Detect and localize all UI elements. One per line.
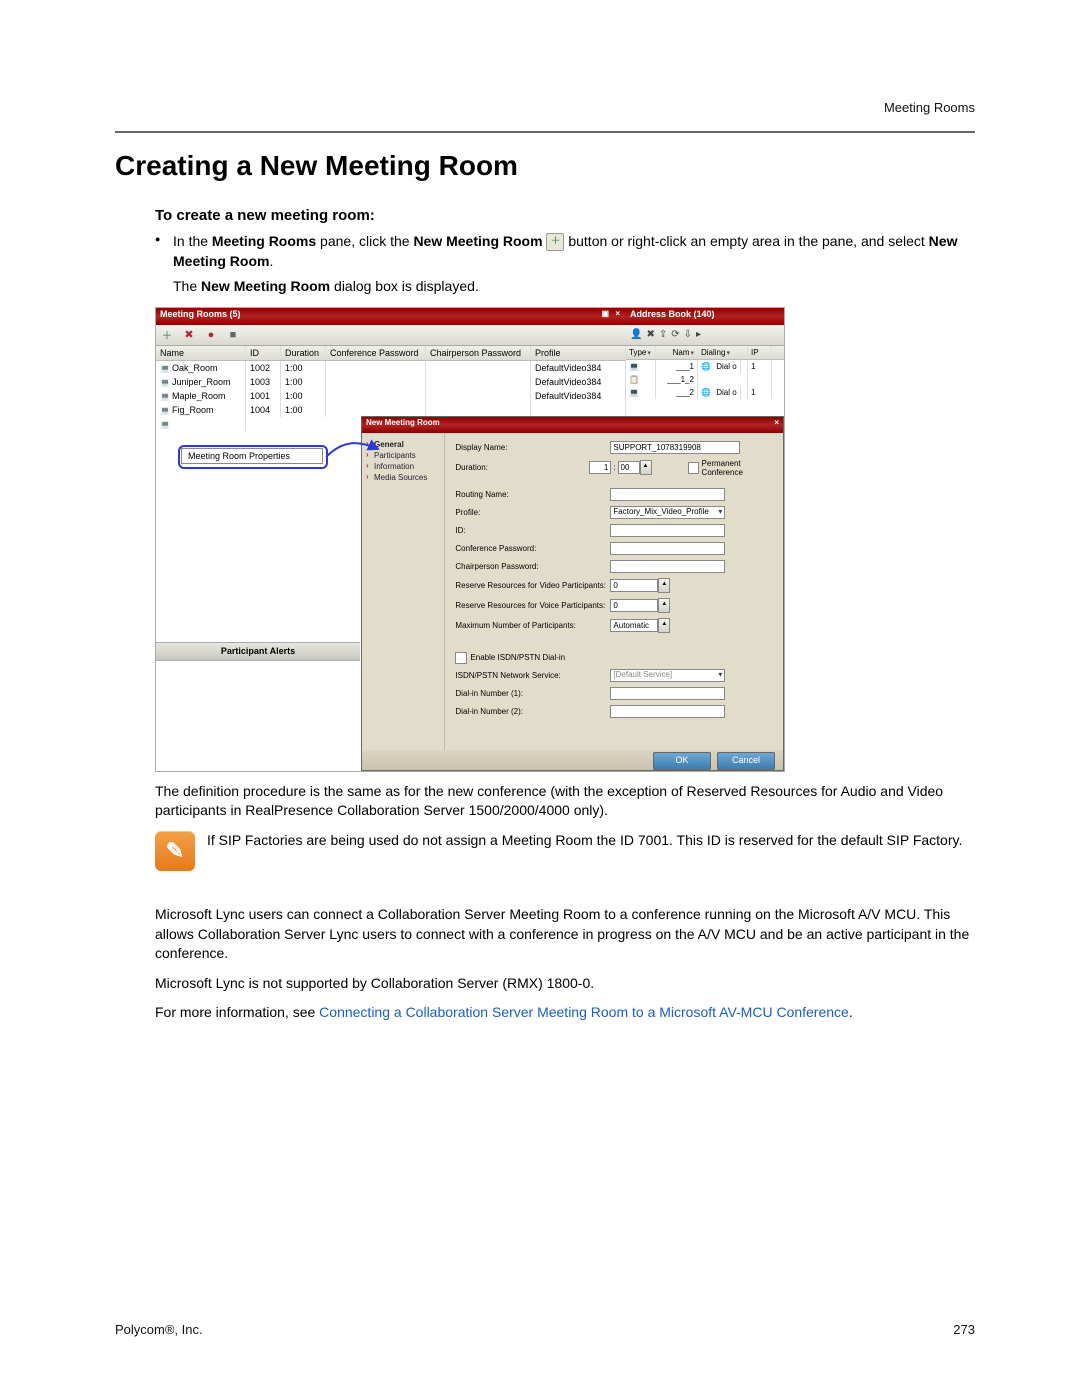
meeting-rooms-toolbar: ＋ ✖ ● ■ xyxy=(156,325,626,346)
header-section: Meeting Rooms xyxy=(884,100,975,115)
enable-isdn-checkbox[interactable] xyxy=(455,652,467,664)
label-isdn-service: ISDN/PSTN Network Service: xyxy=(455,671,610,680)
figure-new-meeting-room: Meeting Rooms (5) ▣ × ＋ ✖ ● ■ Name ID Du… xyxy=(155,307,785,772)
label-display-name: Display Name: xyxy=(455,443,610,452)
note-block: ✎ If SIP Factories are being used do not… xyxy=(155,831,975,871)
label-chair-pw: Chairperson Password: xyxy=(455,562,610,571)
record-icon[interactable]: ● xyxy=(204,328,218,342)
duration-minutes-input[interactable] xyxy=(618,461,640,474)
table-row[interactable]: Juniper_Room 1003 1:00 DefaultVideo384 xyxy=(156,375,626,389)
address-book-titlebar: Address Book (140) xyxy=(626,308,784,325)
nav-item-information[interactable]: Information xyxy=(366,461,440,472)
meeting-rooms-titlebar: Meeting Rooms (5) ▣ × xyxy=(156,308,626,325)
stop-icon[interactable]: ■ xyxy=(226,328,240,342)
label-profile: Profile: xyxy=(455,508,610,517)
step-bullet: In the Meeting Rooms pane, click the New… xyxy=(155,232,975,271)
dialog-titlebar: New Meeting Room × xyxy=(362,417,783,433)
table-row[interactable]: Oak_Room 1002 1:00 DefaultVideo384 xyxy=(156,361,626,375)
res-video-spinner[interactable]: ▲ xyxy=(658,578,706,593)
list-item[interactable]: 💻 ___1 🌐 Dial o 1 xyxy=(626,360,784,373)
label-max-part: Maximum Number of Participants: xyxy=(455,621,610,630)
body-para-lync2: Microsoft Lync is not supported by Colla… xyxy=(155,974,975,994)
dialog-form: Display Name: Duration: : ▲ Permanent Co… xyxy=(445,433,783,750)
link-av-mcu[interactable]: Connecting a Collaboration Server Meetin… xyxy=(319,1004,849,1020)
ok-button[interactable]: OK xyxy=(653,752,711,770)
table-row[interactable]: Maple_Room 1001 1:00 DefaultVideo384 xyxy=(156,389,626,403)
footer-company: Polycom®, Inc. xyxy=(115,1322,203,1337)
footer-page: 273 xyxy=(953,1322,975,1337)
header-rule xyxy=(115,131,975,133)
permanent-checkbox[interactable] xyxy=(688,462,699,474)
display-name-input[interactable] xyxy=(610,441,740,454)
dialog-nav: General Participants Information Media S… xyxy=(362,433,445,750)
cancel-button[interactable]: Cancel xyxy=(717,752,775,770)
duration-hours-input[interactable] xyxy=(589,461,611,474)
page-title: Creating a New Meeting Room xyxy=(115,150,975,182)
label-routing: Routing Name: xyxy=(455,490,610,499)
list-item[interactable]: 📋 ___1_2 xyxy=(626,373,784,386)
res-voice-spinner[interactable]: ▲ xyxy=(658,598,706,613)
new-icon[interactable]: ＋ xyxy=(160,328,174,342)
table-row[interactable]: Fig_Room 1004 1:00 xyxy=(156,403,626,417)
body-para-1: The definition procedure is the same as … xyxy=(155,782,975,821)
annotation-arrow-icon xyxy=(324,435,382,461)
id-input[interactable] xyxy=(610,524,725,537)
ab-header: Type Nam Dialing IP xyxy=(626,346,784,360)
dialog-footer: OK Cancel xyxy=(362,750,783,771)
label-res-voice: Reserve Resources for Voice Participants… xyxy=(455,601,610,610)
label-enable-isdn: Enable ISDN/PSTN Dial-in xyxy=(470,653,565,662)
list-item[interactable]: 💻 ___2 🌐 Dial o 1 xyxy=(626,386,784,399)
address-book-toolbar: 👤 ✖ ⇪ ⟳ ⇩ ▸ xyxy=(626,325,784,346)
body-para-lync1: Microsoft Lync users can connect a Colla… xyxy=(155,905,975,964)
routing-input[interactable] xyxy=(610,488,725,501)
ab-more-icon[interactable]: ▸ xyxy=(696,329,701,340)
label-permanent: Permanent Conference xyxy=(702,459,773,477)
new-meeting-room-dialog: New Meeting Room × General Participants … xyxy=(361,416,784,771)
participant-alerts-bar[interactable]: Participant Alerts xyxy=(156,642,360,661)
context-menu-item[interactable]: Meeting Room Properties xyxy=(182,449,322,463)
label-dial2: Dial-in Number (2): xyxy=(455,707,610,716)
conf-pw-input[interactable] xyxy=(610,542,725,555)
ab-del-icon[interactable]: ✖ xyxy=(646,329,654,340)
new-meeting-room-icon: ＋ xyxy=(546,233,564,251)
chair-pw-input[interactable] xyxy=(610,560,725,573)
max-part-input[interactable] xyxy=(610,619,658,632)
body-para-more: For more information, see Connecting a C… xyxy=(155,1003,975,1023)
isdn-service-select[interactable]: [Default Service] xyxy=(610,669,725,682)
note-text: If SIP Factories are being used do not a… xyxy=(207,831,962,871)
res-video-input[interactable] xyxy=(610,579,658,592)
label-res-video: Reserve Resources for Video Participants… xyxy=(455,581,610,590)
res-voice-input[interactable] xyxy=(610,599,658,612)
pane-window-controls[interactable]: ▣ × xyxy=(602,309,622,324)
nav-item-media-sources[interactable]: Media Sources xyxy=(366,472,440,483)
delete-icon[interactable]: ✖ xyxy=(182,328,196,342)
label-duration: Duration: xyxy=(455,463,589,472)
table-header: Name ID Duration Conference Password Cha… xyxy=(156,346,626,361)
dial2-input[interactable] xyxy=(610,705,725,718)
ab-export-icon[interactable]: ⇩ xyxy=(684,329,692,340)
ab-add-icon[interactable]: 👤 xyxy=(630,329,642,340)
context-menu[interactable]: Meeting Room Properties xyxy=(181,448,323,464)
label-dial1: Dial-in Number (1): xyxy=(455,689,610,698)
max-part-spinner[interactable]: ▲ xyxy=(658,618,706,633)
subtitle: To create a new meeting room: xyxy=(155,207,975,224)
duration-spinner[interactable]: ▲ xyxy=(640,460,681,475)
ab-refresh-icon[interactable]: ⟳ xyxy=(671,329,679,340)
note-icon: ✎ xyxy=(155,831,195,871)
label-conf-pw: Conference Password: xyxy=(455,544,610,553)
close-icon[interactable]: × xyxy=(774,418,779,432)
profile-select[interactable]: Factory_Mix_Video_Profile xyxy=(610,506,725,519)
ab-import-icon[interactable]: ⇪ xyxy=(659,329,667,340)
dial1-input[interactable] xyxy=(610,687,725,700)
dialog-displayed-line: The New Meeting Room dialog box is displ… xyxy=(173,277,975,297)
label-id: ID: xyxy=(455,526,610,535)
